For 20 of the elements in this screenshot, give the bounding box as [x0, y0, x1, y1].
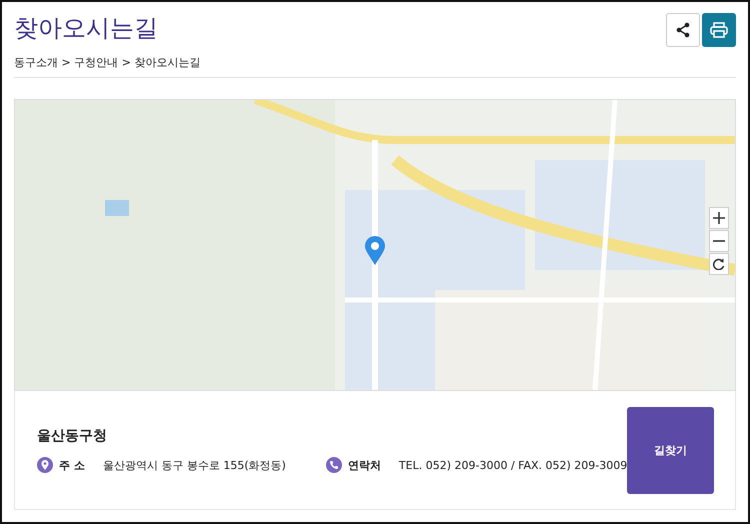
plus-icon	[713, 212, 725, 224]
breadcrumb: 동구소개 > 구청안내 > 찾아오시는길	[14, 55, 202, 70]
office-name: 울산동구청	[37, 427, 108, 445]
location-icon	[37, 457, 53, 473]
zoom-out-button[interactable]	[709, 230, 729, 252]
page-title: 찾아오시는길	[14, 13, 158, 43]
print-button[interactable]	[702, 13, 736, 47]
share-button[interactable]	[666, 13, 700, 47]
contact-label: 연락처	[348, 458, 381, 472]
directions-button[interactable]: 길찾기	[627, 406, 714, 494]
phone-icon	[326, 457, 342, 473]
zoom-in-button[interactable]	[709, 207, 729, 229]
share-icon	[675, 22, 691, 38]
address-text: 울산광역시 동구 봉수로 155(화정동)	[102, 458, 286, 472]
refresh-button[interactable]	[709, 253, 729, 275]
refresh-icon	[713, 258, 725, 270]
address-label: 주 소	[59, 458, 85, 472]
print-icon	[710, 22, 728, 38]
location-pin-icon	[364, 236, 386, 266]
contact-text: TEL. 052) 209-3000 / FAX. 052) 209-3009	[398, 458, 628, 472]
